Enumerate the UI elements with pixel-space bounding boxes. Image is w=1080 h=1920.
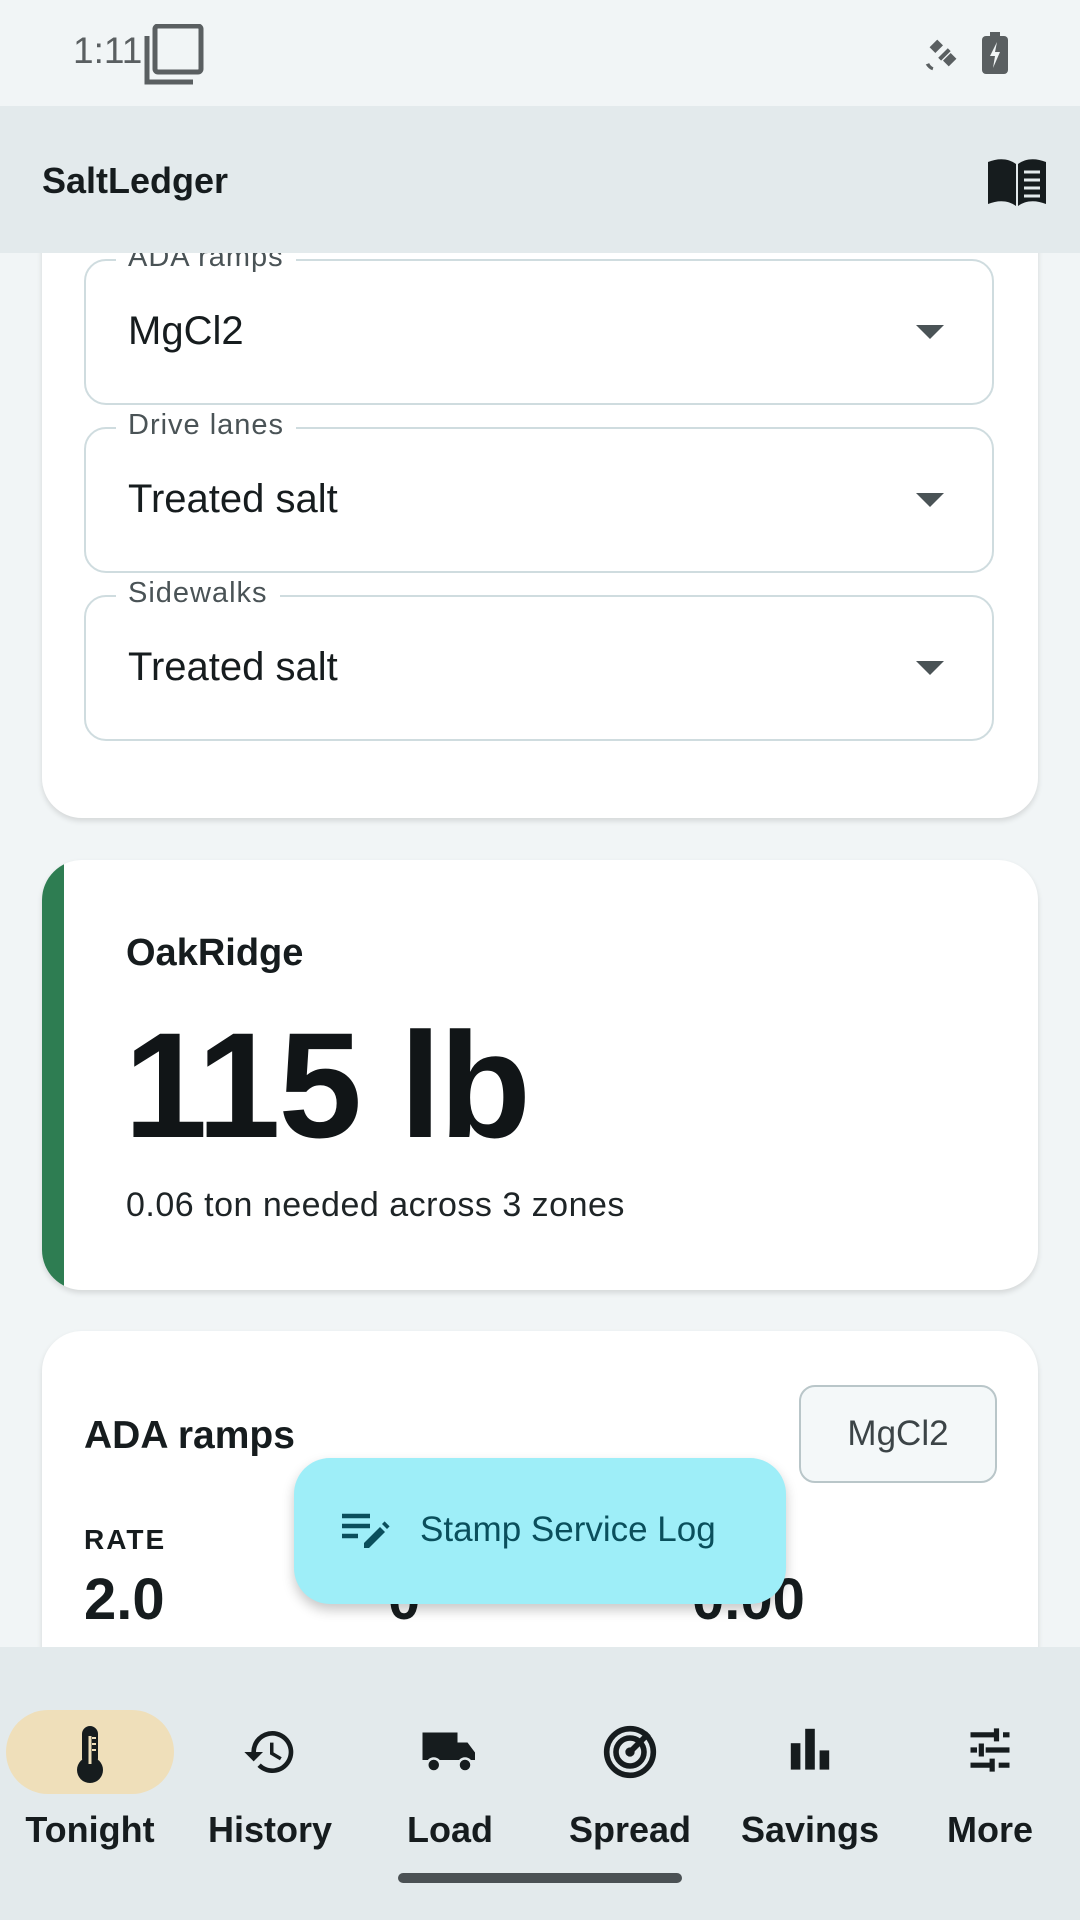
- drive-lanes-select[interactable]: Drive lanes Treated salt: [84, 409, 994, 573]
- nav-label: Spread: [568, 1809, 692, 1850]
- material-card: ADA ramps MgCl2 Drive lanes Treated salt…: [42, 253, 1038, 818]
- target-icon: [540, 1724, 720, 1780]
- nav-item-load[interactable]: Load: [360, 1678, 540, 1850]
- nav-label: Tonight: [25, 1809, 155, 1850]
- nav-label: Savings: [740, 1809, 880, 1850]
- nav-item-history[interactable]: History: [180, 1678, 360, 1850]
- ada-ramps-select[interactable]: ADA ramps MgCl2: [84, 253, 994, 405]
- field-label: Drive lanes: [116, 409, 297, 442]
- field-label: Sidewalks: [116, 577, 280, 610]
- history-icon: [180, 1724, 360, 1780]
- nav-label: More: [946, 1809, 1033, 1850]
- app-title: SaltLedger: [42, 160, 229, 201]
- satellite-icon: [920, 30, 966, 81]
- stamp-service-log-button[interactable]: Stamp Service Log: [294, 1458, 786, 1604]
- dropdown-arrow-icon: [916, 493, 944, 507]
- sliders-icon: [900, 1724, 1080, 1780]
- book-icon[interactable]: [986, 156, 1048, 213]
- total-amount: 115 lb: [124, 1001, 531, 1169]
- field-value: MgCl2: [128, 309, 244, 353]
- screen-record-icon: [143, 23, 205, 91]
- nav-label: History: [207, 1809, 333, 1850]
- nav-item-savings[interactable]: Savings: [720, 1678, 900, 1850]
- app-bar: SaltLedger: [0, 106, 1080, 253]
- fab-label: Stamp Service Log: [420, 1510, 716, 1549]
- content-scroll[interactable]: ADA ramps MgCl2 Drive lanes Treated salt…: [0, 253, 1080, 1647]
- accent-bar: [42, 860, 64, 1290]
- dropdown-arrow-icon: [916, 661, 944, 675]
- summary-note: 0.06 ton needed across 3 zones: [126, 1186, 625, 1224]
- stat-label: RATE: [84, 1524, 167, 1555]
- battery-charging-icon: [982, 32, 1008, 79]
- field-value: Treated salt: [128, 477, 338, 521]
- edit-note-icon: [340, 1510, 392, 1557]
- field-label: ADA ramps: [116, 253, 296, 274]
- status-time: 1:11: [73, 30, 143, 71]
- nav-item-more[interactable]: More: [900, 1678, 1080, 1850]
- status-bar: 1:11: [0, 0, 1080, 106]
- stat-value: 2.0: [84, 1567, 165, 1632]
- zone-title: ADA ramps: [84, 1414, 295, 1457]
- nav-item-tonight[interactable]: Tonight: [0, 1678, 180, 1850]
- summary-card: OakRidge 115 lb 0.06 ton needed across 3…: [42, 860, 1038, 1290]
- field-value: Treated salt: [128, 645, 338, 689]
- nav-item-spread[interactable]: Spread: [540, 1678, 720, 1850]
- sidewalks-select[interactable]: Sidewalks Treated salt: [84, 577, 994, 741]
- truck-icon: [360, 1724, 540, 1780]
- material-chip[interactable]: MgCl2: [799, 1385, 997, 1483]
- bar-chart-icon: [720, 1724, 900, 1780]
- home-indicator[interactable]: [398, 1873, 682, 1883]
- dropdown-arrow-icon: [916, 325, 944, 339]
- nav-label: Load: [407, 1809, 493, 1850]
- site-name: OakRidge: [126, 932, 304, 974]
- thermometer-icon: [0, 1724, 180, 1783]
- rate-stat: RATE 2.0: [84, 1524, 166, 1633]
